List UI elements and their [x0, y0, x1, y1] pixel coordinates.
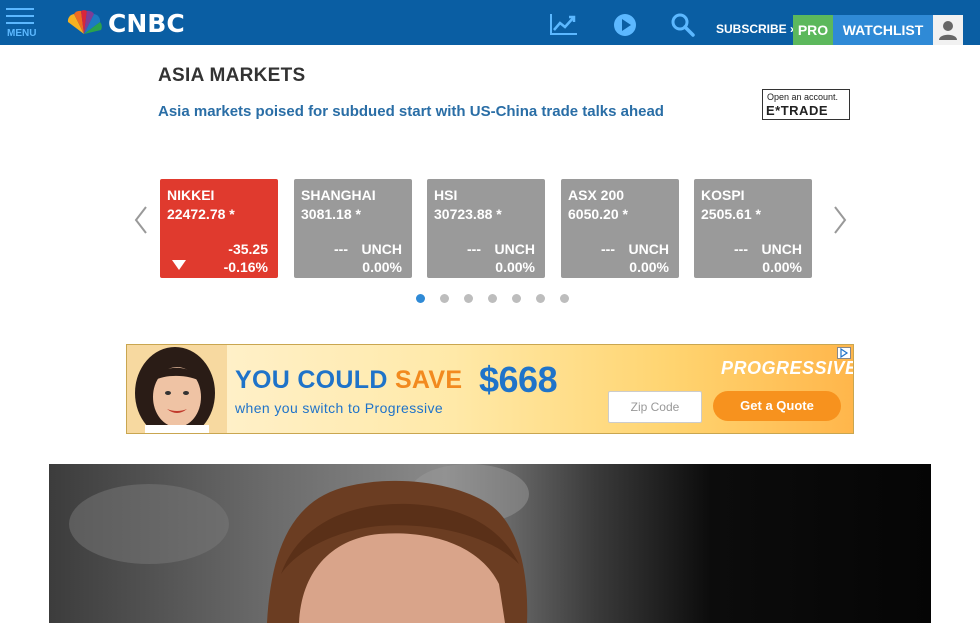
play-icon[interactable] [613, 13, 637, 37]
carousel-dot-2[interactable] [440, 294, 449, 303]
market-name: HSI [434, 187, 458, 203]
carousel-dot-7[interactable] [560, 294, 569, 303]
subscribe-link[interactable]: SUBSCRIBE › [716, 22, 794, 36]
market-card-shanghai[interactable]: SHANGHAI 3081.18 * --- UNCH 0.00% [294, 179, 412, 278]
ad-headline-part1: YOU COULD [235, 366, 388, 394]
user-account-button[interactable] [933, 15, 963, 45]
menu-icon-bar [6, 15, 34, 17]
market-percent: 0.00% [362, 259, 402, 275]
market-percent: 0.00% [762, 259, 802, 275]
ad-headline: YOU COULD SAVE [235, 366, 462, 395]
sponsor-brand: E*TRADE [766, 103, 829, 118]
carousel-prev-icon[interactable] [133, 205, 149, 235]
carousel-dot-4[interactable] [488, 294, 497, 303]
carousel-next-icon[interactable] [832, 205, 848, 235]
ad-amount: $668 [479, 359, 558, 400]
menu-button[interactable]: MENU [6, 8, 36, 40]
market-dashes: --- [467, 241, 481, 257]
top-navigation-bar: MENU CNBC SUBSCRIBE › PRO WATCHLIST [0, 0, 980, 45]
down-arrow-icon [172, 260, 186, 270]
ad-brand: PROGRESSIVE [721, 358, 854, 378]
market-price: 30723.88 * [434, 206, 502, 222]
market-card-asx-200[interactable]: ASX 200 6050.20 * --- UNCH 0.00% [561, 179, 679, 278]
watchlist-button[interactable]: WATCHLIST [833, 15, 933, 45]
market-card-hsi[interactable]: HSI 30723.88 * --- UNCH 0.00% [427, 179, 545, 278]
carousel-dot-3[interactable] [464, 294, 473, 303]
carousel-dot-1[interactable] [416, 294, 425, 303]
market-card-nikkei[interactable]: NIKKEI 22472.78 * -35.25 -0.16% [160, 179, 278, 278]
cnbc-logo[interactable]: CNBC [64, 8, 185, 38]
market-price: 6050.20 * [568, 206, 628, 222]
etrade-sponsor-ad[interactable]: Open an account. E*TRADE [762, 89, 850, 120]
market-change: UNCH [628, 241, 669, 257]
market-percent: -0.16% [223, 259, 268, 275]
get-a-quote-button[interactable]: Get a Quote [713, 391, 841, 421]
user-icon [939, 21, 957, 40]
menu-label: MENU [7, 28, 37, 39]
logo-wordmark: CNBC [108, 8, 185, 38]
menu-icon [6, 8, 34, 10]
progressive-ad-banner[interactable]: YOU COULD SAVE $668 when you switch to P… [126, 344, 854, 434]
market-change: -35.25 [228, 241, 268, 257]
pro-button[interactable]: PRO [793, 15, 833, 45]
market-change: UNCH [494, 241, 535, 257]
ad-headline-save: SAVE [394, 366, 463, 394]
hero-photo-graphic [69, 464, 529, 623]
market-name: SHANGHAI [301, 187, 376, 203]
chart-icon[interactable] [549, 12, 579, 36]
market-price: 2505.61 * [701, 206, 761, 222]
market-name: ASX 200 [568, 187, 625, 203]
market-change: UNCH [361, 241, 402, 257]
hero-photo[interactable] [49, 464, 931, 623]
ad-subline: when you switch to Progressive [235, 400, 444, 416]
market-change: UNCH [761, 241, 802, 257]
adchoices-icon[interactable] [837, 347, 851, 359]
headline-link[interactable]: Asia markets poised for subdued start wi… [158, 103, 664, 120]
carousel-dot-6[interactable] [536, 294, 545, 303]
market-price: 22472.78 * [167, 206, 235, 222]
market-dashes: --- [334, 241, 348, 257]
market-percent: 0.00% [629, 259, 669, 275]
search-icon[interactable] [671, 13, 695, 37]
market-card-kospi[interactable]: KOSPI 2505.61 * --- UNCH 0.00% [694, 179, 812, 278]
section-title: ASIA MARKETS [158, 65, 306, 86]
carousel-dot-5[interactable] [512, 294, 521, 303]
ad-zip-input[interactable]: Zip Code [608, 391, 702, 423]
market-name: NIKKEI [167, 187, 215, 203]
carousel-pagination [416, 294, 584, 303]
market-percent: 0.00% [495, 259, 535, 275]
market-name: KOSPI [701, 187, 745, 203]
menu-icon-bar [6, 22, 34, 24]
peacock-logo-icon [67, 10, 102, 35]
market-dashes: --- [601, 241, 615, 257]
market-price: 3081.18 * [301, 206, 361, 222]
market-dashes: --- [734, 241, 748, 257]
ad-portrait-image [127, 345, 227, 433]
sponsor-tagline: Open an account. [767, 92, 839, 102]
